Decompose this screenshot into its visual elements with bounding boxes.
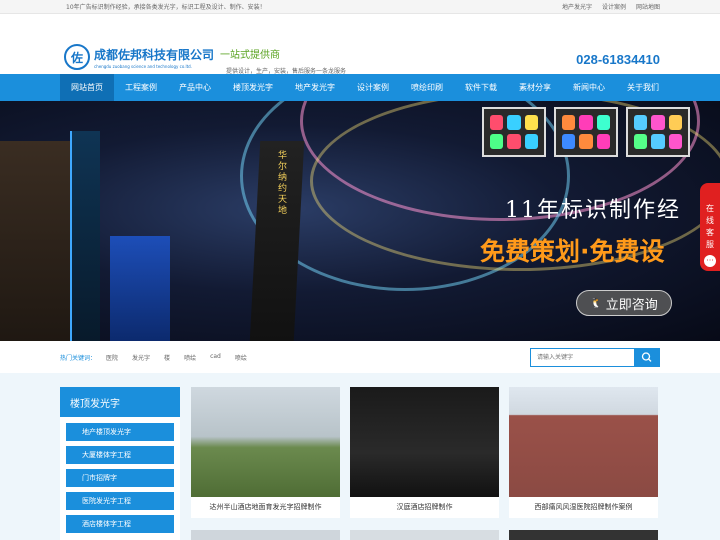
hot-keywords: 热门关键词： 医院 发光字 楼 喷绘 cad 喷绘 <box>60 353 247 362</box>
sidebar-item[interactable]: 大厦楼体字工程 <box>66 446 174 464</box>
product-card[interactable] <box>350 530 499 540</box>
product-image <box>509 387 658 497</box>
keyword-link[interactable]: 喷绘 <box>235 353 247 362</box>
tower-sign-text: 华尔纳约天地 <box>278 151 288 216</box>
header: 佐 成都佐邦科技有限公司 chengdu zuobang science and… <box>0 14 720 75</box>
product-caption: 汉庭酒店招牌制作 <box>396 503 453 511</box>
led-module-image <box>482 107 546 157</box>
sign-tower-image <box>249 141 305 341</box>
sidebar-list: 地产楼顶发光字 大厦楼体字工程 门市招牌字 医院发光字工程 酒店楼体字工程 <box>60 417 180 540</box>
logo-emblem-icon: 佐 <box>64 44 90 70</box>
search-button[interactable] <box>635 348 660 367</box>
sidebar-title: 楼顶发光字 <box>70 398 120 410</box>
consult-label: 立即咨询 <box>605 297 658 313</box>
company-name: 成都佐邦科技有限公司 <box>94 47 215 62</box>
top-tagline: 10年广告标识制作经验，承接各类发光字，标识工程及设计、制作、安装！ <box>66 4 266 11</box>
consult-button[interactable]: 🐧 立即咨询 <box>576 290 672 316</box>
category-sidebar: 楼顶发光字 地产楼顶发光字 大厦楼体字工程 门市招牌字 医院发光字工程 酒店楼体… <box>60 387 180 540</box>
top-link-real-estate[interactable]: 地产发光字 <box>562 2 592 11</box>
logo[interactable]: 佐 成都佐邦科技有限公司 chengdu zuobang science and… <box>64 44 214 70</box>
nav-item-printing[interactable]: 喷绘印刷 <box>400 74 454 101</box>
building-image <box>110 236 170 341</box>
nav-item-materials[interactable]: 素材分享 <box>508 74 562 101</box>
product-image <box>191 387 340 497</box>
slogan-title: 一站式提供商 <box>220 50 280 61</box>
keyword-link[interactable]: 楼 <box>164 353 170 362</box>
qq-icon: 🐧 <box>590 297 603 309</box>
sidebar-item[interactable]: 酒店楼体字工程 <box>66 515 174 533</box>
hero-banner[interactable]: 华尔纳约天地 11年标识制作经 免费策划·免费设 🐧 立即咨询 <box>0 101 720 341</box>
service-char: 在 <box>706 204 714 213</box>
content-area: 楼顶发光字 地产楼顶发光字 大厦楼体字工程 门市招牌字 医院发光字工程 酒店楼体… <box>0 373 720 540</box>
service-char: 线 <box>706 216 714 225</box>
nav-item-news[interactable]: 新闻中心 <box>562 74 616 101</box>
service-char: 客 <box>706 228 714 237</box>
product-card[interactable] <box>191 530 340 540</box>
product-image <box>350 387 499 497</box>
nav-item-rooftop-signs[interactable]: 楼顶发光字 <box>222 74 284 101</box>
led-modules-images <box>482 107 690 157</box>
product-image <box>191 530 340 540</box>
logo-text: 成都佐邦科技有限公司 chengdu zuobang science and t… <box>94 46 214 69</box>
top-links: 地产发光字 设计案例 网站地图 <box>562 2 660 11</box>
product-image <box>350 530 499 540</box>
top-bar: 10年广告标识制作经验，承接各类发光字，标识工程及设计、制作、安装！ 地产发光字… <box>0 0 720 14</box>
main-nav: 网站首页 工程案例 产品中心 楼顶发光字 地产发光字 设计案例 喷绘印刷 软件下… <box>0 74 720 101</box>
sidebar-item[interactable]: 门市招牌字 <box>66 469 174 487</box>
product-card[interactable] <box>509 530 658 540</box>
keyword-link[interactable]: 喷绘 <box>184 353 196 362</box>
nav-item-about[interactable]: 关于我们 <box>616 74 670 101</box>
product-image <box>509 530 658 540</box>
keyword-link[interactable]: 医院 <box>106 353 118 362</box>
phone-number: 028-61834410 <box>576 52 660 67</box>
sidebar-item[interactable]: 医院发光字工程 <box>66 492 174 510</box>
search-input[interactable] <box>530 348 635 367</box>
building-image <box>70 131 100 341</box>
company-name-en: chengdu zuobang science and technology c… <box>94 63 192 69</box>
nav-item-products[interactable]: 产品中心 <box>168 74 222 101</box>
keyword-link[interactable]: cad <box>210 353 221 362</box>
product-card[interactable]: 汉庭酒店招牌制作 <box>350 387 499 518</box>
product-card[interactable]: 西部痛风风湿医院招牌制作案例 <box>509 387 658 518</box>
product-caption: 西部痛风风湿医院招牌制作案例 <box>534 503 633 511</box>
nav-item-realestate-signs[interactable]: 地产发光字 <box>284 74 346 101</box>
led-module-image <box>626 107 690 157</box>
service-char: 服 <box>706 240 714 249</box>
search-icon <box>641 352 652 362</box>
keyword-link[interactable]: 发光字 <box>132 353 150 362</box>
chat-icon: ··· <box>704 255 716 267</box>
online-service-tab[interactable]: 在 线 客 服 ··· <box>700 183 720 271</box>
nav-item-design-cases[interactable]: 设计案例 <box>346 74 400 101</box>
led-module-image <box>554 107 618 157</box>
sidebar-item[interactable]: 地产楼顶发光字 <box>66 423 174 441</box>
banner-headline: 11年标识制作经 <box>505 198 681 223</box>
nav-item-downloads[interactable]: 软件下载 <box>454 74 508 101</box>
product-caption: 达州半山酒店地面育发光字招牌制作 <box>209 503 322 511</box>
hot-keywords-label: 热门关键词： <box>60 355 97 362</box>
top-link-design-cases[interactable]: 设计案例 <box>602 2 626 11</box>
slogan: 一站式提供商 提供设计，生产，安装，售后服务一条龙服务 <box>220 46 346 75</box>
product-grid: 达州半山酒店地面育发光字招牌制作 汉庭酒店招牌制作 西部痛风风湿医院招牌制作案例 <box>191 387 658 540</box>
top-link-sitemap[interactable]: 网站地图 <box>636 2 660 11</box>
banner-subheadline: 免费策划·免费设 <box>480 237 665 266</box>
nav-item-projects[interactable]: 工程案例 <box>114 74 168 101</box>
nav-item-home[interactable]: 网站首页 <box>60 74 114 101</box>
product-card[interactable]: 达州半山酒店地面育发光字招牌制作 <box>191 387 340 518</box>
building-image <box>0 141 70 341</box>
search-bar: 热门关键词： 医院 发光字 楼 喷绘 cad 喷绘 <box>0 341 720 373</box>
